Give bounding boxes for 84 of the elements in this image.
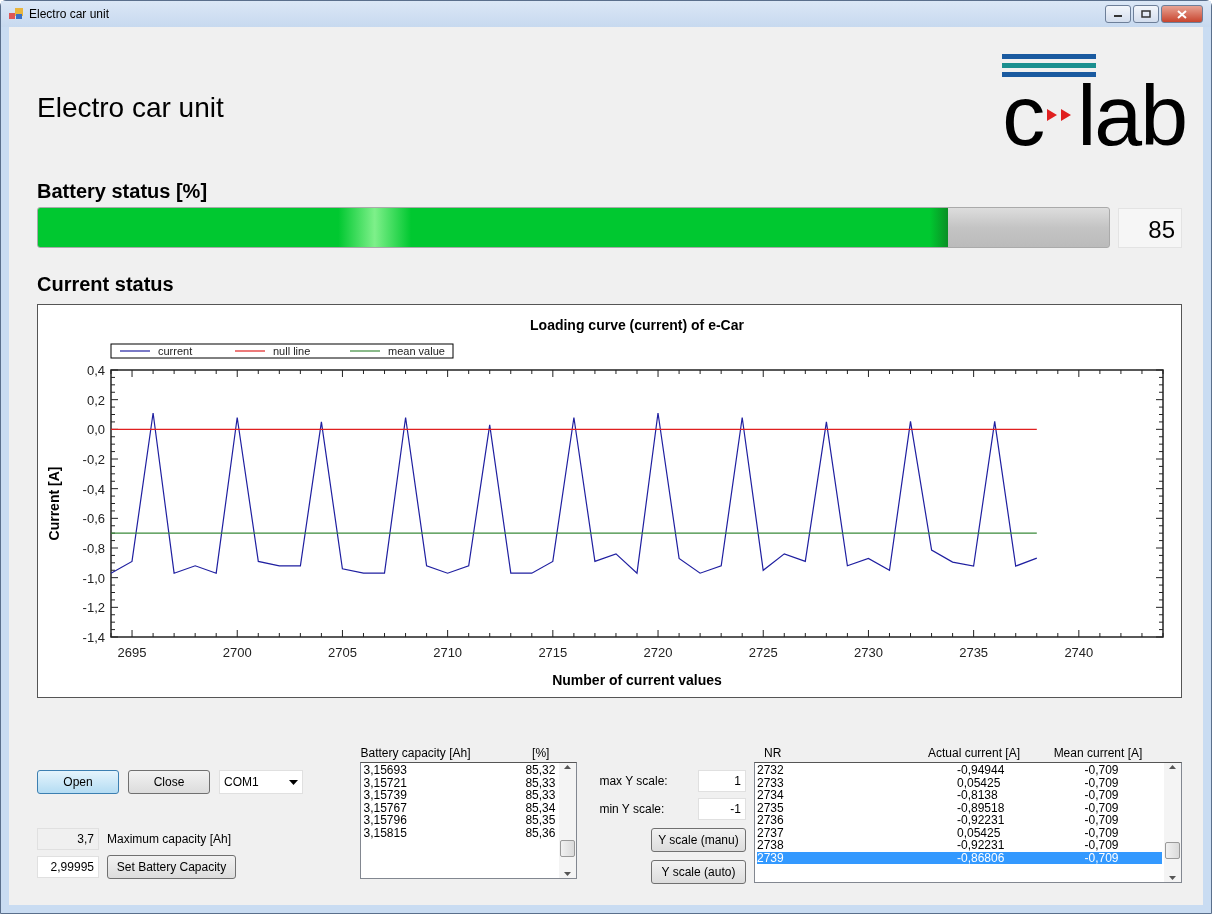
list-cell-text: 3,15796 xyxy=(363,814,408,827)
y-tick-label: 0,2 xyxy=(86,392,105,408)
y-tick-label: -0,2 xyxy=(82,452,105,467)
capacity-input[interactable]: 2,99995 xyxy=(37,856,99,878)
list-cell-text: 3,15721 xyxy=(363,776,408,789)
open-button[interactable]: Open xyxy=(37,770,119,794)
logo: c lab xyxy=(1002,53,1186,155)
list-cell-text: 85,33 xyxy=(525,776,557,789)
table-row[interactable]: 2734 -0,8138 -0,709 xyxy=(757,789,1162,802)
legend-label: mean value xyxy=(388,345,445,357)
y-tick-label: 0,0 xyxy=(86,422,105,438)
list-cell-text: 3,15693 xyxy=(363,764,408,777)
port-dropdown[interactable]: COM1 xyxy=(219,770,303,794)
field-label: min Y scale: xyxy=(599,801,665,818)
app-title: Electro car unit xyxy=(37,91,224,125)
min-scale-input[interactable]: -1 xyxy=(698,798,746,820)
maximize-icon xyxy=(1141,10,1151,18)
x-axis-label: Number of current values xyxy=(552,672,722,688)
column-header: Mean current [A] xyxy=(1052,745,1144,762)
manual-scale-button[interactable]: Y scale (manu) xyxy=(651,828,746,852)
x-tick-label: 2735 xyxy=(959,645,989,660)
table-row[interactable]: 2736 -0,92231 -0,709 xyxy=(757,814,1162,827)
x-tick-label: 2730 xyxy=(854,645,883,660)
auto-scale-button[interactable]: Y scale (auto) xyxy=(651,860,746,884)
table-row[interactable]: 2737 0,05425 -0,709 xyxy=(757,826,1162,839)
scroll-down-icon xyxy=(1169,876,1176,880)
x-tick-label: 2700 xyxy=(222,645,252,660)
scroll-thumb[interactable] xyxy=(1165,842,1180,859)
scrollbar[interactable] xyxy=(1164,763,1181,882)
window-title: Electro car unit xyxy=(29,6,110,23)
x-tick-label: 2715 xyxy=(538,645,568,660)
scroll-up-icon xyxy=(564,765,572,769)
close-button[interactable]: Close xyxy=(128,770,210,794)
list-cell-text: 3,15767 xyxy=(363,801,408,814)
list-cell-text: 85,33 xyxy=(525,789,557,802)
list-cell-text: 85,36 xyxy=(525,826,557,839)
caret-icon xyxy=(289,779,298,785)
column-header: [%] xyxy=(532,745,550,762)
minimize-button[interactable] xyxy=(1105,5,1131,23)
legend-label: null line xyxy=(273,345,311,357)
y-tick-label: -0,8 xyxy=(82,541,105,556)
y-tick-label: -0,4 xyxy=(82,481,105,497)
x-tick-label: 2695 xyxy=(117,645,147,660)
y-axis-label: Current [A] xyxy=(46,466,62,541)
table-row[interactable]: 2735 -0,89518 -0,709 xyxy=(757,801,1162,814)
close-button[interactable] xyxy=(1161,5,1203,23)
scroll-down-icon xyxy=(564,872,572,876)
y-tick-label: -0,6 xyxy=(82,511,105,527)
battery-reading: 85 xyxy=(1118,207,1182,248)
scroll-thumb[interactable] xyxy=(560,840,576,857)
scroll-up-icon xyxy=(1169,765,1176,769)
table-row[interactable]: 2738 -0,92231 -0,709 xyxy=(757,839,1162,852)
list-cell-text: 3,15815 xyxy=(363,826,408,839)
chart-title: Loading curve (current) of e-Car xyxy=(530,317,744,333)
x-tick-label: 2725 xyxy=(748,645,778,660)
y-tick-label: 0,4 xyxy=(86,363,105,378)
scrollbar[interactable] xyxy=(559,763,577,878)
list-cell-text: 85,32 xyxy=(525,764,557,777)
y-tick-label: -1,0 xyxy=(82,570,105,586)
x-tick-label: 2710 xyxy=(433,645,463,660)
column-header: Actual current [A] xyxy=(926,745,1021,762)
app-icon xyxy=(9,8,23,20)
list-cell-text: 85,34 xyxy=(525,801,557,814)
legend-label: current xyxy=(158,345,193,357)
field-label: Maximum capacity [Ah] xyxy=(107,831,232,848)
maximize-button[interactable] xyxy=(1133,5,1159,23)
y-tick-label: -1,4 xyxy=(82,630,105,645)
table-row[interactable]: 2732 -0,94944 -0,709 xyxy=(757,764,1162,777)
x-tick-label: 2740 xyxy=(1064,645,1094,660)
list-cell-text: 85,35 xyxy=(525,814,557,827)
section-heading: Current status xyxy=(37,272,175,296)
section-heading: Battery status [%] xyxy=(37,179,209,203)
set-capacity-button[interactable]: Set Battery Capacity xyxy=(107,855,236,879)
x-tick-label: 2720 xyxy=(643,645,673,660)
field-label: max Y scale: xyxy=(599,773,668,790)
x-tick-label: 2705 xyxy=(328,645,357,660)
table-row[interactable]: 2733 0,05425 -0,709 xyxy=(757,776,1162,789)
close-icon xyxy=(1177,9,1187,19)
max-scale-input[interactable]: 1 xyxy=(698,770,746,792)
y-tick-label: -1,2 xyxy=(82,600,105,616)
list-cell-text: 3,15739 xyxy=(363,789,408,802)
column-header: Battery capacity [Ah] xyxy=(360,745,472,762)
column-header: NR xyxy=(763,745,783,762)
capacity-field[interactable]: 3,7 xyxy=(37,828,99,850)
